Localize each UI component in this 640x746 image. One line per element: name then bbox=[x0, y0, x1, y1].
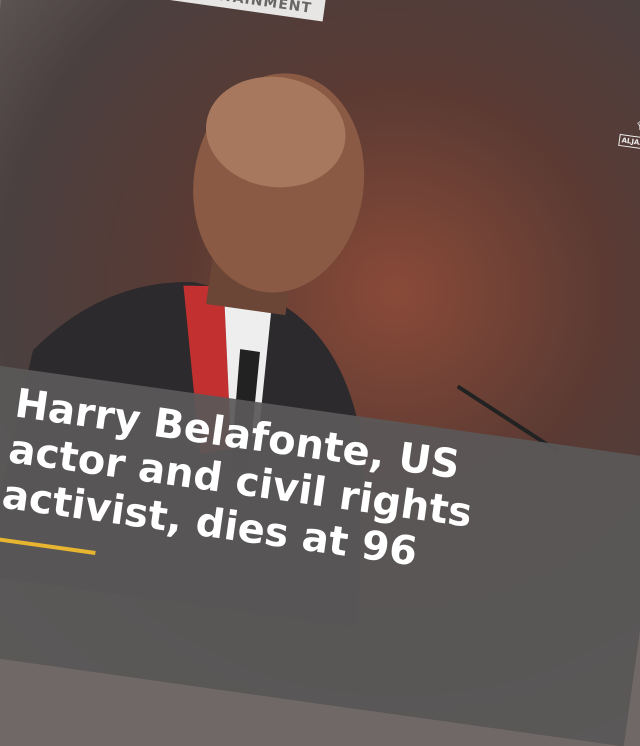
news-card: ★ ENTERTAINMENT ۞ ALJAZEERA Harry Belafo… bbox=[0, 0, 640, 746]
category-tag: ★ ENTERTAINMENT bbox=[123, 0, 326, 23]
aljazeera-logo: ۞ ALJAZEERA bbox=[617, 100, 640, 153]
logo-text: ALJAZEERA bbox=[617, 133, 640, 153]
category-label: ENTERTAINMENT bbox=[155, 0, 326, 22]
